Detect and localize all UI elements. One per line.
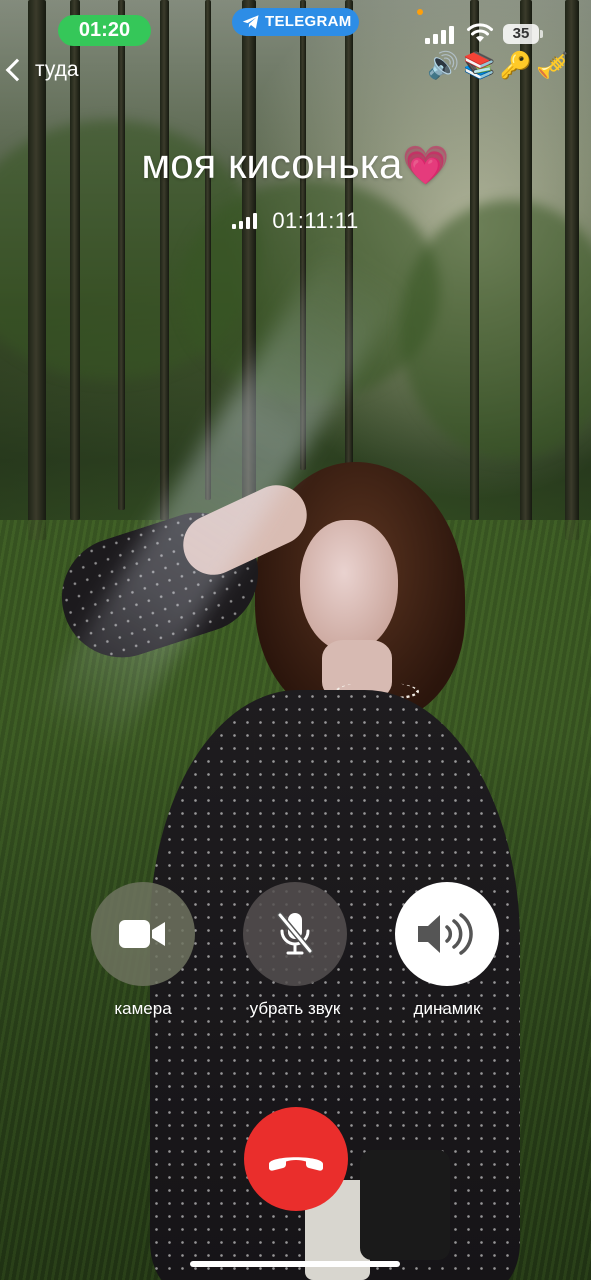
speaker-control: динамик bbox=[382, 882, 512, 1019]
call-quality-icon bbox=[232, 213, 258, 229]
privacy-indicator-dot bbox=[417, 9, 423, 15]
telegram-call-pill[interactable]: TELEGRAM bbox=[232, 8, 359, 36]
speaker-button[interactable] bbox=[395, 882, 499, 986]
speaker-emoji-icon: 🔊 bbox=[427, 50, 460, 80]
end-call-button[interactable] bbox=[244, 1107, 348, 1211]
telegram-label: TELEGRAM bbox=[265, 13, 352, 30]
home-indicator[interactable] bbox=[190, 1261, 400, 1267]
mute-label: убрать звук bbox=[249, 999, 341, 1018]
mute-button[interactable] bbox=[243, 882, 347, 986]
trumpet-emoji-icon: 🎺 bbox=[536, 50, 569, 80]
video-camera-icon bbox=[119, 920, 165, 948]
background-photo bbox=[0, 0, 591, 1280]
telegram-icon bbox=[242, 15, 259, 29]
battery-icon: 35 bbox=[503, 24, 539, 44]
mute-control: убрать звук bbox=[230, 882, 360, 1019]
status-bar: 01:20 TELEGRAM 35 bbox=[0, 0, 591, 50]
hang-up-phone-icon bbox=[269, 1157, 323, 1171]
status-time[interactable]: 01:20 bbox=[58, 15, 151, 46]
camera-control: камера bbox=[78, 882, 208, 1019]
speaker-label: динамик bbox=[413, 999, 481, 1018]
camera-label: камера bbox=[114, 999, 172, 1018]
books-emoji-icon: 📚 bbox=[463, 50, 496, 80]
call-duration: 01:11:11 bbox=[272, 208, 359, 233]
cellular-signal-icon bbox=[425, 26, 457, 44]
status-emoji-row: 🔊 📚 🔑 🎺 bbox=[427, 50, 569, 81]
wifi-icon bbox=[467, 23, 493, 42]
contact-name-text: моя кисонька bbox=[141, 140, 403, 187]
camera-button[interactable] bbox=[91, 882, 195, 986]
contact-name: моя кисонька💗 bbox=[0, 140, 591, 188]
back-label: туда bbox=[35, 58, 79, 81]
chevron-left-icon bbox=[5, 58, 29, 82]
microphone-slash-icon bbox=[277, 912, 313, 955]
speaker-volume-icon bbox=[418, 913, 473, 955]
heart-emoji-icon: 💗 bbox=[402, 145, 450, 187]
call-status: 01:11:11 bbox=[0, 208, 591, 234]
back-button[interactable]: туда bbox=[2, 52, 79, 88]
battery-tip bbox=[540, 30, 543, 38]
key-emoji-icon: 🔑 bbox=[499, 50, 533, 80]
